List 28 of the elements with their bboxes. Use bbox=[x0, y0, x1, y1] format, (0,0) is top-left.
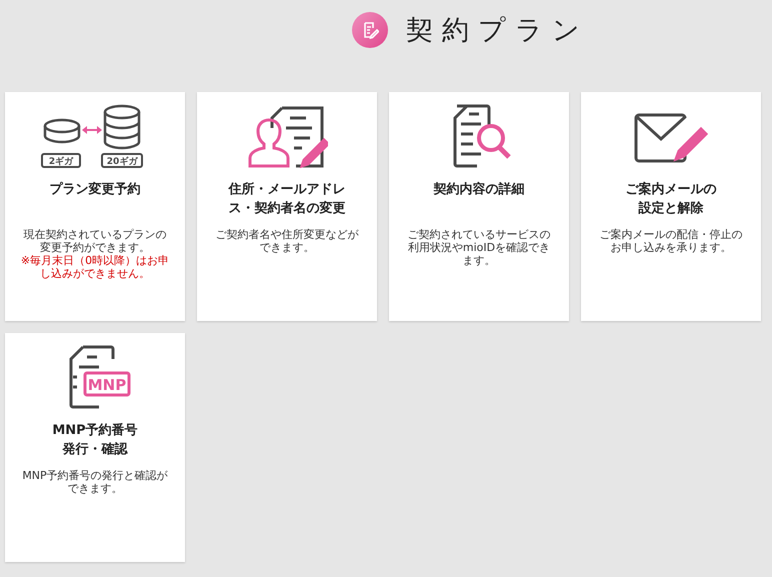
card-title: ス・契約者名の変更 bbox=[228, 200, 346, 218]
card-note: ※毎月末日（0時以降）はお申し込みができません。 bbox=[20, 254, 170, 280]
person-document-icon bbox=[246, 104, 328, 168]
card-description: ご契約されているサービスの利用状況やmioIDを確認できます。 bbox=[406, 228, 552, 267]
arrow-icon bbox=[82, 126, 102, 134]
page-title: 契約プラン bbox=[406, 14, 589, 48]
card-description: MNP予約番号の発行と確認ができます。 bbox=[21, 469, 169, 495]
menu-card[interactable]: 契約内容の詳細 ご契約されているサービスの利用状況やmioIDを確認できます。 bbox=[389, 92, 569, 321]
card-title: 契約内容の詳細 bbox=[434, 180, 524, 199]
contract-icon bbox=[352, 12, 388, 48]
small-database-icon bbox=[44, 118, 80, 144]
menu-card[interactable]: 2ギガ 20ギガ プラン変更予約 現在契約されているプランの変更予約ができます。 ※毎月末日（0時以降）はお申し込みができません。 bbox=[5, 92, 185, 321]
card-title: ご案内メールの bbox=[626, 180, 716, 199]
card-title: MNP予約番号 bbox=[52, 422, 138, 440]
card-title: 設定と解除 bbox=[638, 200, 704, 218]
card-title: 発行・確認 bbox=[62, 441, 128, 459]
large-database-icon bbox=[104, 104, 140, 150]
card-description: 現在契約されているプランの変更予約ができます。 bbox=[22, 228, 168, 254]
mnp-tag: MNP bbox=[84, 372, 130, 396]
card-description: ご契約者名や住所変更などができます。 bbox=[214, 228, 360, 254]
card-description: ご案内メールの配信・停止のお申し込みを承ります。 bbox=[598, 228, 744, 254]
menu-card[interactable]: MNP MNP予約番号 発行・確認 MNP予約番号の発行と確認ができます。 bbox=[5, 333, 185, 562]
menu-card[interactable]: ご案内メールの 設定と解除 ご案内メールの配信・停止のお申し込みを承ります。 bbox=[581, 92, 761, 321]
menu-card[interactable]: 住所・メールアドレ ス・契約者名の変更 ご契約者名や住所変更などができます。 bbox=[197, 92, 377, 321]
card-title: プラン変更予約 bbox=[50, 180, 140, 199]
size-tag: 20ギガ bbox=[101, 153, 143, 168]
size-tag: 2ギガ bbox=[41, 153, 81, 168]
card-title: 住所・メールアドレ bbox=[228, 181, 346, 199]
